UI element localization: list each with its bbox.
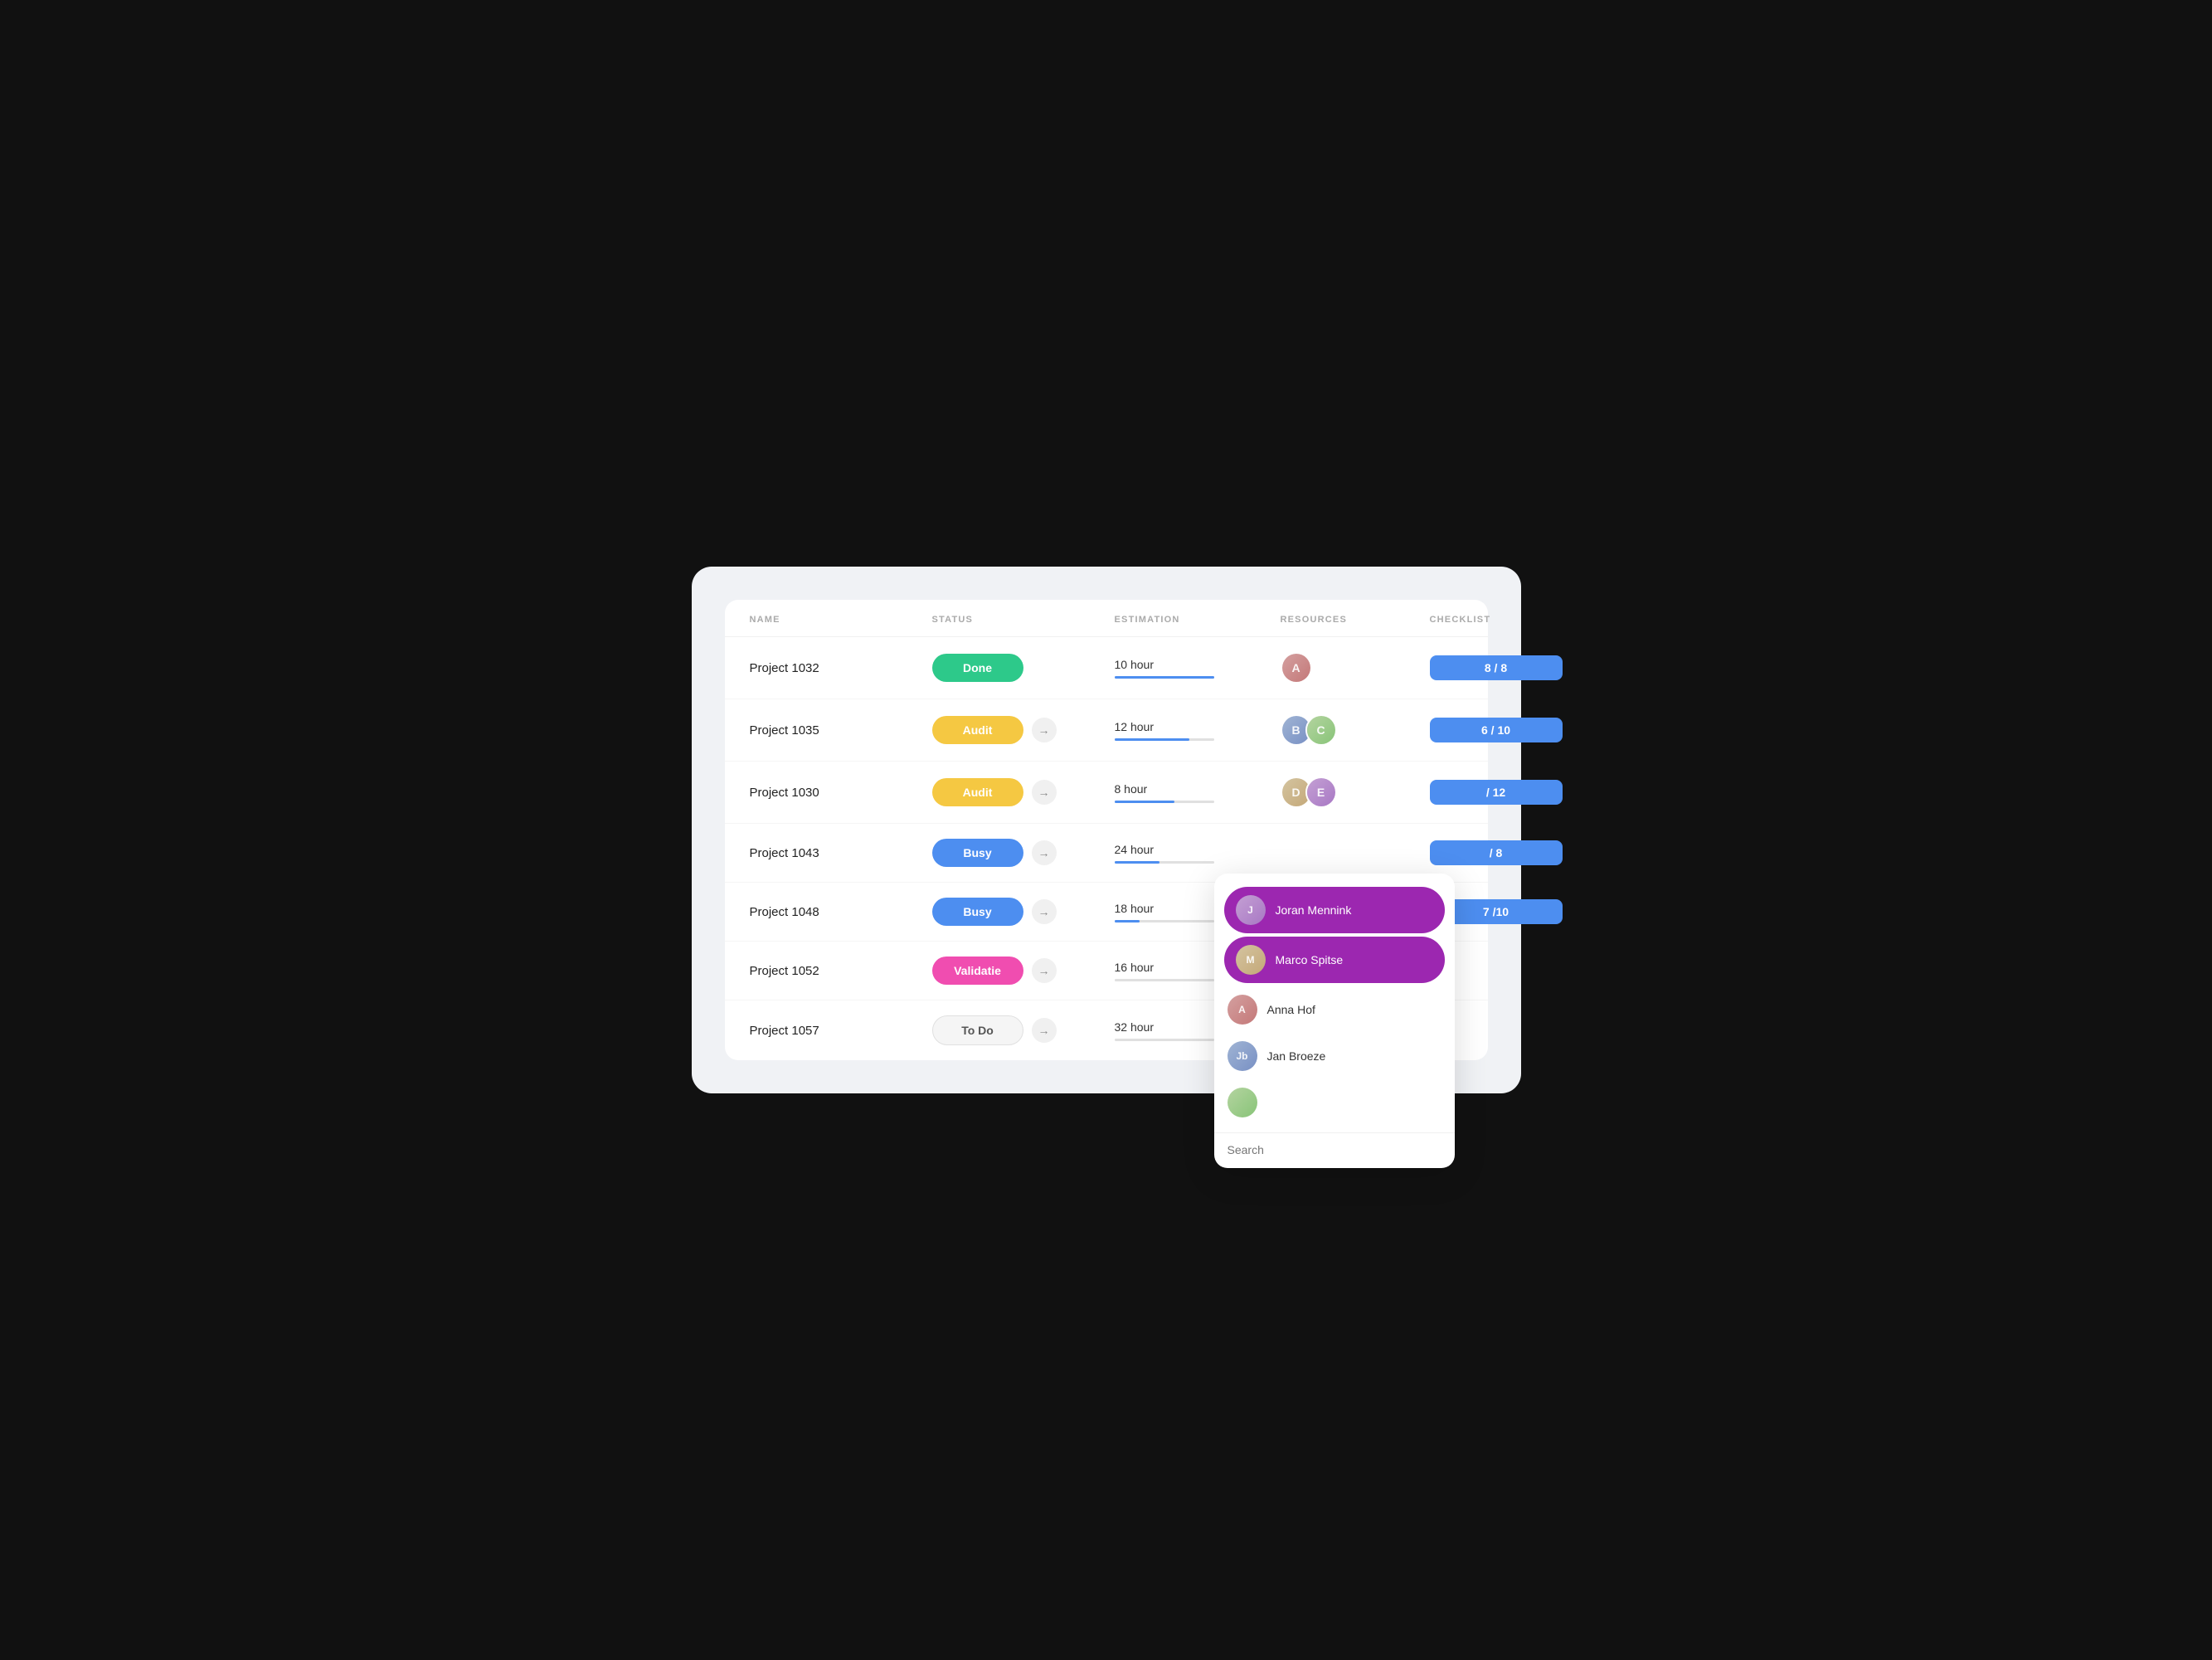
progress-bar [1115,1039,1214,1041]
dropdown-item[interactable]: M Marco Spitse [1224,937,1445,983]
estimation-label: 16 hour [1115,961,1154,974]
progress-bar [1115,738,1214,741]
dropdown-item-avatar: Jb [1228,1041,1257,1071]
checklist-cell: 8 / 8 [1430,655,1563,680]
status-cell: Busy → [932,898,1115,926]
estimation-label: 10 hour [1115,658,1154,671]
search-box[interactable] [1214,1132,1455,1168]
person-name: Anna Hof [1267,1003,1315,1016]
estimation-label: 12 hour [1115,720,1154,733]
table-container: NAME STATUS ESTIMATION RESOURCES CHECKLI… [725,600,1488,1060]
resources-dropdown: J Joran Mennink M Marco Spitse A Anna Hof Jb Ja… [1214,874,1455,1168]
status-badge[interactable]: Busy [932,898,1023,926]
checklist-badge: 8 / 8 [1430,655,1563,680]
status-cell: Busy → [932,839,1115,867]
resources-cell: A [1281,652,1430,684]
person-name: Joran Mennink [1276,903,1352,917]
status-arrow-button[interactable]: → [1032,1018,1057,1043]
avatar[interactable]: E [1305,776,1337,808]
progress-bar [1115,676,1214,679]
checklist-badge: / 8 [1430,840,1563,865]
resources-cell: BC [1281,714,1430,746]
resources-cell: DE [1281,776,1430,808]
table-row: Project 1030Audit→8 hourDE/ 12 [725,762,1488,824]
status-badge[interactable]: Done [932,654,1023,682]
status-arrow-button[interactable]: → [1032,840,1057,865]
estimation-cell: 8 hour [1115,782,1281,803]
estimation-cell: 10 hour [1115,658,1281,679]
checklist-cell: / 8 [1430,840,1563,865]
progress-bar [1115,801,1214,803]
screen: NAME STATUS ESTIMATION RESOURCES CHECKLI… [692,567,1521,1093]
dropdown-list: J Joran Mennink M Marco Spitse A Anna Hof Jb Ja… [1214,887,1455,1126]
progress-bar [1115,861,1214,864]
status-cell: To Do → [932,1015,1115,1045]
col-estimation: ESTIMATION [1115,615,1281,625]
checklist-cell: / 12 [1430,780,1563,805]
checklist-badge: 6 / 10 [1430,718,1563,742]
status-cell: Audit → [932,778,1115,806]
estimation-cell: 12 hour [1115,720,1281,741]
estimation-label: 8 hour [1115,782,1148,796]
table-row: Project 1032Done10 hourA8 / 8 [725,637,1488,699]
checklist-badge: / 12 [1430,780,1563,805]
search-input[interactable] [1228,1143,1441,1156]
progress-bar [1115,920,1214,922]
status-arrow-button[interactable]: → [1032,899,1057,924]
project-name: Project 1032 [750,661,932,675]
estimation-label: 32 hour [1115,1020,1154,1034]
status-cell: Done [932,654,1115,682]
project-name: Project 1030 [750,786,932,800]
person-name: Jan Broeze [1267,1049,1326,1063]
dropdown-item-avatar: M [1236,945,1266,975]
col-checklist: CHECKLIST [1430,615,1563,625]
project-name: Project 1057 [750,1024,932,1038]
status-cell: Audit → [932,716,1115,744]
progress-fill [1115,676,1214,679]
col-resources: RESOURCES [1281,615,1430,625]
table-header: NAME STATUS ESTIMATION RESOURCES CHECKLI… [725,600,1488,637]
status-arrow-button[interactable]: → [1032,780,1057,805]
progress-fill [1115,738,1189,741]
avatar[interactable]: A [1281,652,1312,684]
status-badge[interactable]: To Do [932,1015,1023,1045]
status-badge[interactable]: Audit [932,716,1023,744]
progress-bar [1115,979,1214,981]
progress-fill [1115,861,1159,864]
project-name: Project 1052 [750,964,932,978]
dropdown-item-avatar: J [1236,895,1266,925]
status-badge[interactable]: Validatie [932,957,1023,985]
project-name: Project 1048 [750,905,932,919]
progress-fill [1115,801,1174,803]
checklist-cell: 6 / 10 [1430,718,1563,742]
status-cell: Validatie → [932,957,1115,985]
dropdown-item[interactable]: J Joran Mennink [1224,887,1445,933]
status-badge[interactable]: Busy [932,839,1023,867]
col-status: STATUS [932,615,1115,625]
table-row: Project 1035Audit→12 hourBC6 / 10 [725,699,1488,762]
dropdown-item[interactable] [1214,1079,1455,1126]
estimation-label: 18 hour [1115,902,1154,915]
progress-fill [1115,920,1140,922]
estimation-label: 24 hour [1115,843,1154,856]
dropdown-item[interactable]: Jb Jan Broeze [1214,1033,1455,1079]
col-name: NAME [750,615,932,625]
project-name: Project 1035 [750,723,932,738]
estimation-cell: 24 hour [1115,843,1281,864]
status-badge[interactable]: Audit [932,778,1023,806]
person-name: Marco Spitse [1276,953,1344,966]
status-arrow-button[interactable]: → [1032,958,1057,983]
dropdown-item[interactable]: A Anna Hof [1214,986,1455,1033]
dropdown-item-avatar: A [1228,995,1257,1025]
status-arrow-button[interactable]: → [1032,718,1057,742]
project-name: Project 1043 [750,846,932,860]
avatar[interactable]: C [1305,714,1337,746]
